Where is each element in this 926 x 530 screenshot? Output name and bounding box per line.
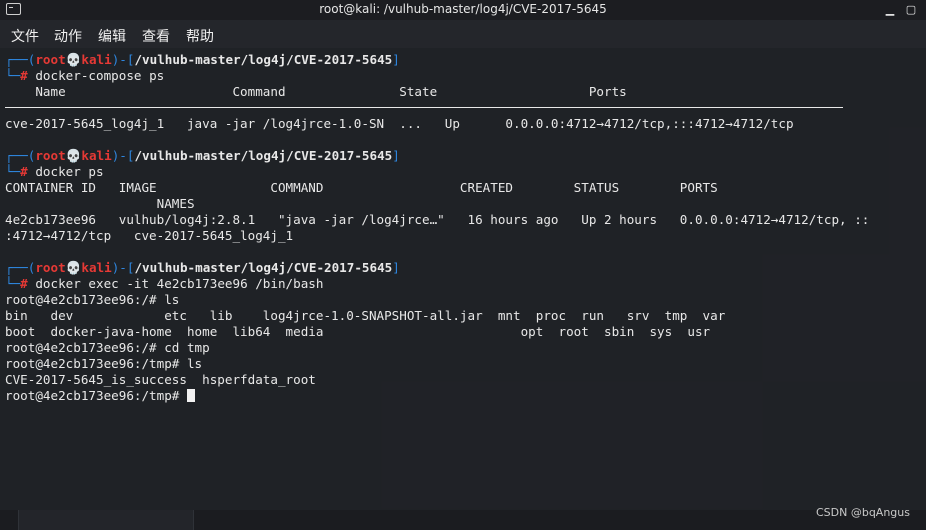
menu-file[interactable]: 文件 [11, 26, 39, 46]
command-line: └─# docker exec -it 4e2cb173ee96 /bin/ba… [5, 276, 324, 291]
shell-line: root@4e2cb173ee96:/# ls [5, 292, 180, 307]
shell-line: root@4e2cb173ee96:/# cd tmp [5, 340, 210, 355]
skull-icon: 💀 [65, 260, 82, 275]
skull-icon: 💀 [65, 148, 82, 163]
menubar: 文件 动作 编辑 查看 帮助 [0, 20, 926, 48]
skull-icon: 💀 [65, 52, 82, 67]
compose-row: cve-2017-5645_log4j_1 java -jar /log4jrc… [5, 116, 794, 131]
prompt-line: ┌──(root💀kali)-[/vulhub-master/log4j/CVE… [5, 148, 400, 163]
prompt-line: ┌──(root💀kali)-[/vulhub-master/log4j/CVE… [5, 52, 400, 67]
taskbar [0, 510, 926, 530]
ps-header-names: NAMES [5, 196, 195, 211]
ps-row-cont: :4712→4712/tcp cve-2017-5645_log4j_1 [5, 228, 294, 243]
watermark: CSDN @bqAngus [815, 506, 910, 519]
terminal-area[interactable]: ┌──(root💀kali)-[/vulhub-master/log4j/CVE… [0, 48, 926, 510]
ls-output: CVE-2017-5645_is_success hsperfdata_root [5, 372, 316, 387]
maximize-icon[interactable]: ▢ [903, 2, 919, 18]
minimize-icon[interactable]: ▁ [882, 2, 898, 18]
ps-row: 4e2cb173ee96 vulhub/log4j:2.8.1 "java -j… [5, 212, 870, 227]
menu-edit[interactable]: 编辑 [98, 26, 126, 46]
ls-output: boot docker-java-home home lib64 media o… [5, 324, 711, 339]
window-titlebar: root@kali: /vulhub-master/log4j/CVE-2017… [0, 0, 926, 20]
prompt-line: ┌──(root💀kali)-[/vulhub-master/log4j/CVE… [5, 260, 400, 275]
ps-header: CONTAINER ID IMAGE COMMAND CREATED STATU… [5, 180, 718, 195]
menu-view[interactable]: 查看 [142, 26, 170, 46]
command-line: └─# docker-compose ps [5, 68, 165, 83]
menu-action[interactable]: 动作 [54, 26, 82, 46]
command-line: └─# docker ps [5, 164, 104, 179]
menu-help[interactable]: 帮助 [186, 26, 214, 46]
text-cursor [186, 389, 195, 402]
taskbar-tab[interactable] [18, 510, 194, 530]
window-title: root@kali: /vulhub-master/log4j/CVE-2017… [319, 2, 607, 16]
ls-output: bin dev etc lib log4jrce-1.0-SNAPSHOT-al… [5, 308, 726, 323]
divider [5, 107, 843, 108]
current-prompt[interactable]: root@4e2cb173ee96:/tmp# [5, 388, 195, 404]
shell-line: root@4e2cb173ee96:/tmp# ls [5, 356, 203, 371]
compose-header: Name Command State Ports [5, 84, 627, 99]
